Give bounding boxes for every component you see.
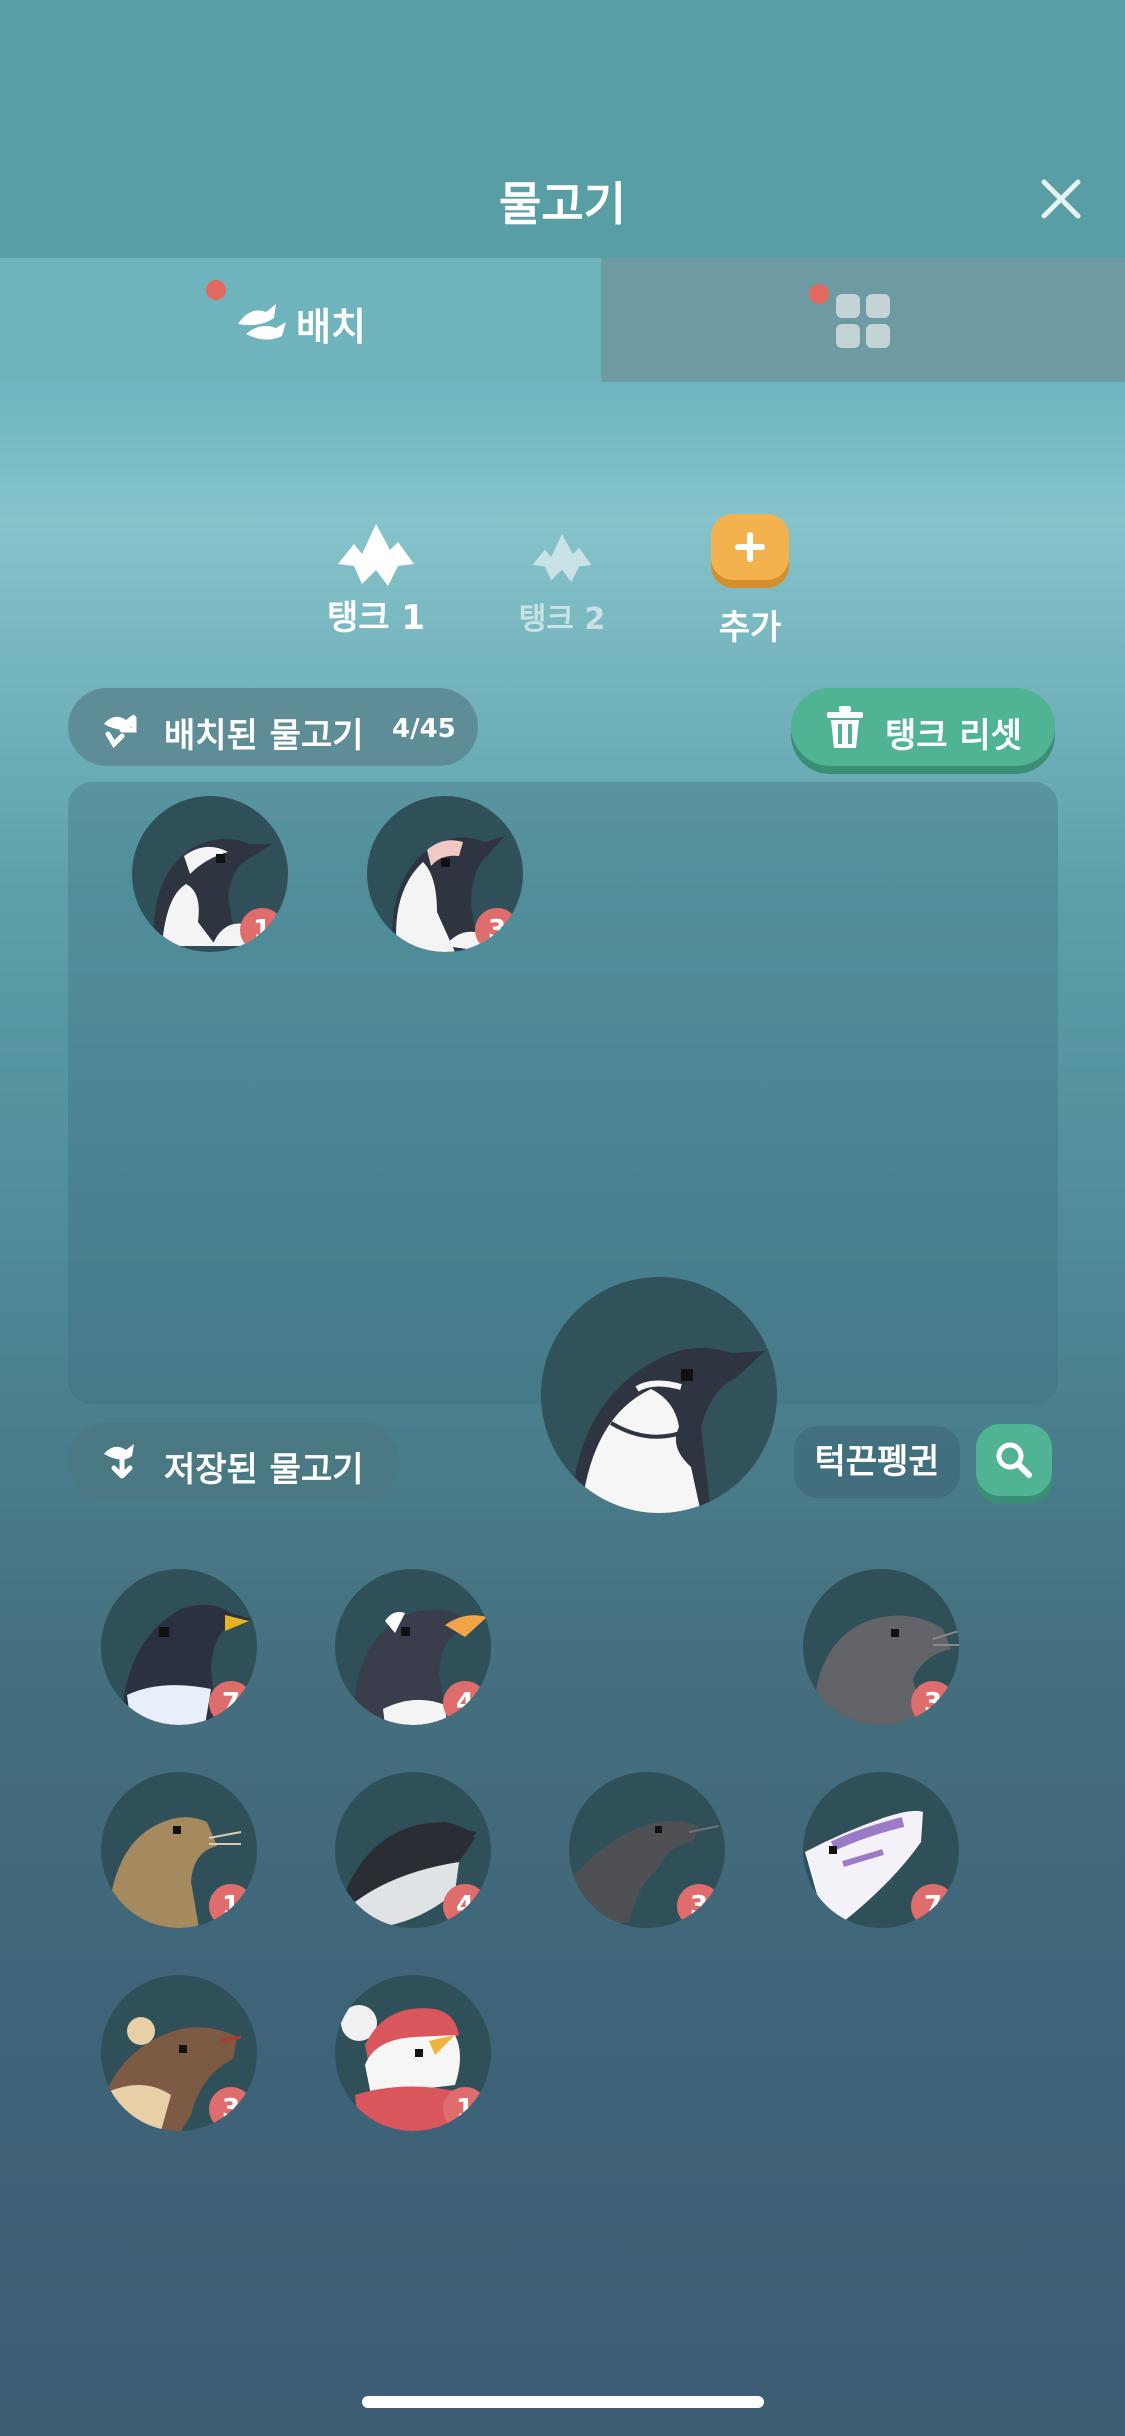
tank-reset-button[interactable]: 탱크 리셋 — [791, 688, 1055, 766]
add-tank-label: 추가 — [718, 608, 782, 648]
tank-2-button[interactable]: 탱크 2 — [516, 530, 608, 638]
plus-icon — [735, 532, 765, 562]
tank-icon — [338, 524, 414, 586]
saved-item-orca[interactable]: 4 — [335, 1772, 491, 1928]
saved-item-fish[interactable]: 7 — [803, 1772, 959, 1928]
placed-fish-count: 4/45 — [392, 714, 456, 744]
count-badge: 1 — [209, 1884, 253, 1928]
saved-item-seal[interactable]: 3 — [569, 1772, 725, 1928]
close-icon — [1041, 179, 1081, 219]
count-badge: 3 — [209, 2087, 253, 2131]
count-badge: 3 — [911, 1681, 955, 1725]
tab-bar: 배치 — [0, 258, 1125, 382]
trash-icon — [827, 706, 863, 748]
saved-item-seal[interactable]: 3 — [803, 1569, 959, 1725]
selected-animal-name: 턱끈펭귄 — [794, 1426, 960, 1498]
place-arrow-icon — [104, 714, 137, 748]
count-badge: 3 — [475, 908, 519, 952]
saved-item-otter[interactable]: 3 — [101, 1975, 257, 2131]
close-button[interactable] — [1030, 168, 1092, 230]
home-indicator — [362, 2396, 764, 2408]
saved-fish-label: 저장된 물고기 — [164, 1450, 364, 1490]
add-button-shape — [711, 514, 789, 580]
count-badge: 3 — [677, 1884, 721, 1928]
selected-item-chinstrap-penguin[interactable] — [541, 1277, 777, 1513]
saved-item-sea-lion[interactable]: 1 — [101, 1772, 257, 1928]
count-badge: 1 — [443, 2087, 487, 2131]
page-title: 물고기 — [499, 177, 626, 231]
count-badge: 7 — [911, 1884, 955, 1928]
tank-icon — [532, 533, 592, 583]
saved-fish-header: 저장된 물고기 — [68, 1422, 400, 1500]
placed-item-penguin-1[interactable]: 1 — [132, 796, 288, 952]
placed-fish-header: 배치된 물고기 4/45 — [68, 688, 478, 766]
tab-placement-label: 배치 — [296, 305, 366, 349]
add-tank-button[interactable]: 추가 — [704, 514, 796, 649]
count-badge: 4 — [443, 1884, 487, 1928]
tank-reset-label: 탱크 리셋 — [885, 716, 1022, 756]
tank-1-button[interactable]: 탱크 1 — [318, 520, 434, 639]
search-icon — [996, 1442, 1032, 1478]
tab-grid[interactable] — [601, 258, 1125, 382]
count-badge: 7 — [209, 1681, 253, 1725]
placed-item-penguin-2[interactable]: 3 — [367, 796, 523, 952]
count-badge: 4 — [443, 1681, 487, 1725]
tank-2-label: 탱크 2 — [518, 602, 606, 637]
saved-item-penguin[interactable]: 4 — [335, 1569, 491, 1725]
count-badge: 1 — [240, 908, 284, 952]
saved-item-penguin-hat[interactable]: 1 — [335, 1975, 491, 2131]
notification-dot — [206, 280, 226, 300]
placed-fish-label: 배치된 물고기 — [164, 716, 364, 756]
save-arrow-icon — [104, 1444, 134, 1479]
search-button[interactable] — [976, 1424, 1052, 1496]
chinstrap-penguin-icon — [571, 1347, 765, 1513]
tab-placement[interactable]: 배치 — [0, 258, 601, 382]
notification-dot — [809, 284, 829, 304]
fish-icon — [238, 304, 286, 340]
saved-item-penguin[interactable]: 7 — [101, 1569, 257, 1725]
grid-icon — [836, 294, 890, 348]
tank-1-label: 탱크 1 — [326, 598, 426, 638]
